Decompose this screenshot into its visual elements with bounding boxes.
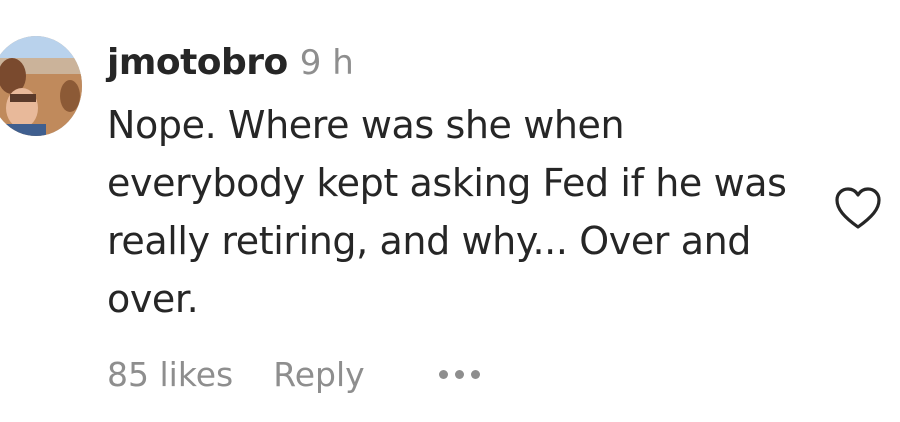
heart-icon[interactable]: [834, 186, 882, 232]
likes-count[interactable]: 85 likes: [107, 355, 233, 394]
more-dot: [438, 369, 448, 379]
comment-header: jmotobro 9 h: [107, 42, 807, 94]
timestamp[interactable]: 9 h: [300, 43, 354, 83]
more-options-icon[interactable]: [438, 364, 480, 384]
comment-body: jmotobro 9 h Nope. Where was she when ev…: [107, 42, 807, 328]
comment-text: Nope. Where was she when everybody kept …: [107, 103, 787, 321]
avatar[interactable]: [0, 36, 82, 136]
comment: jmotobro 9 h Nope. Where was she when ev…: [0, 0, 900, 422]
more-dot: [454, 369, 464, 379]
username[interactable]: jmotobro: [107, 42, 288, 83]
reply-button[interactable]: Reply: [273, 355, 364, 394]
avatar-image: [0, 36, 82, 136]
comment-actions: 85 likes Reply: [107, 352, 480, 396]
more-dot: [470, 369, 480, 379]
